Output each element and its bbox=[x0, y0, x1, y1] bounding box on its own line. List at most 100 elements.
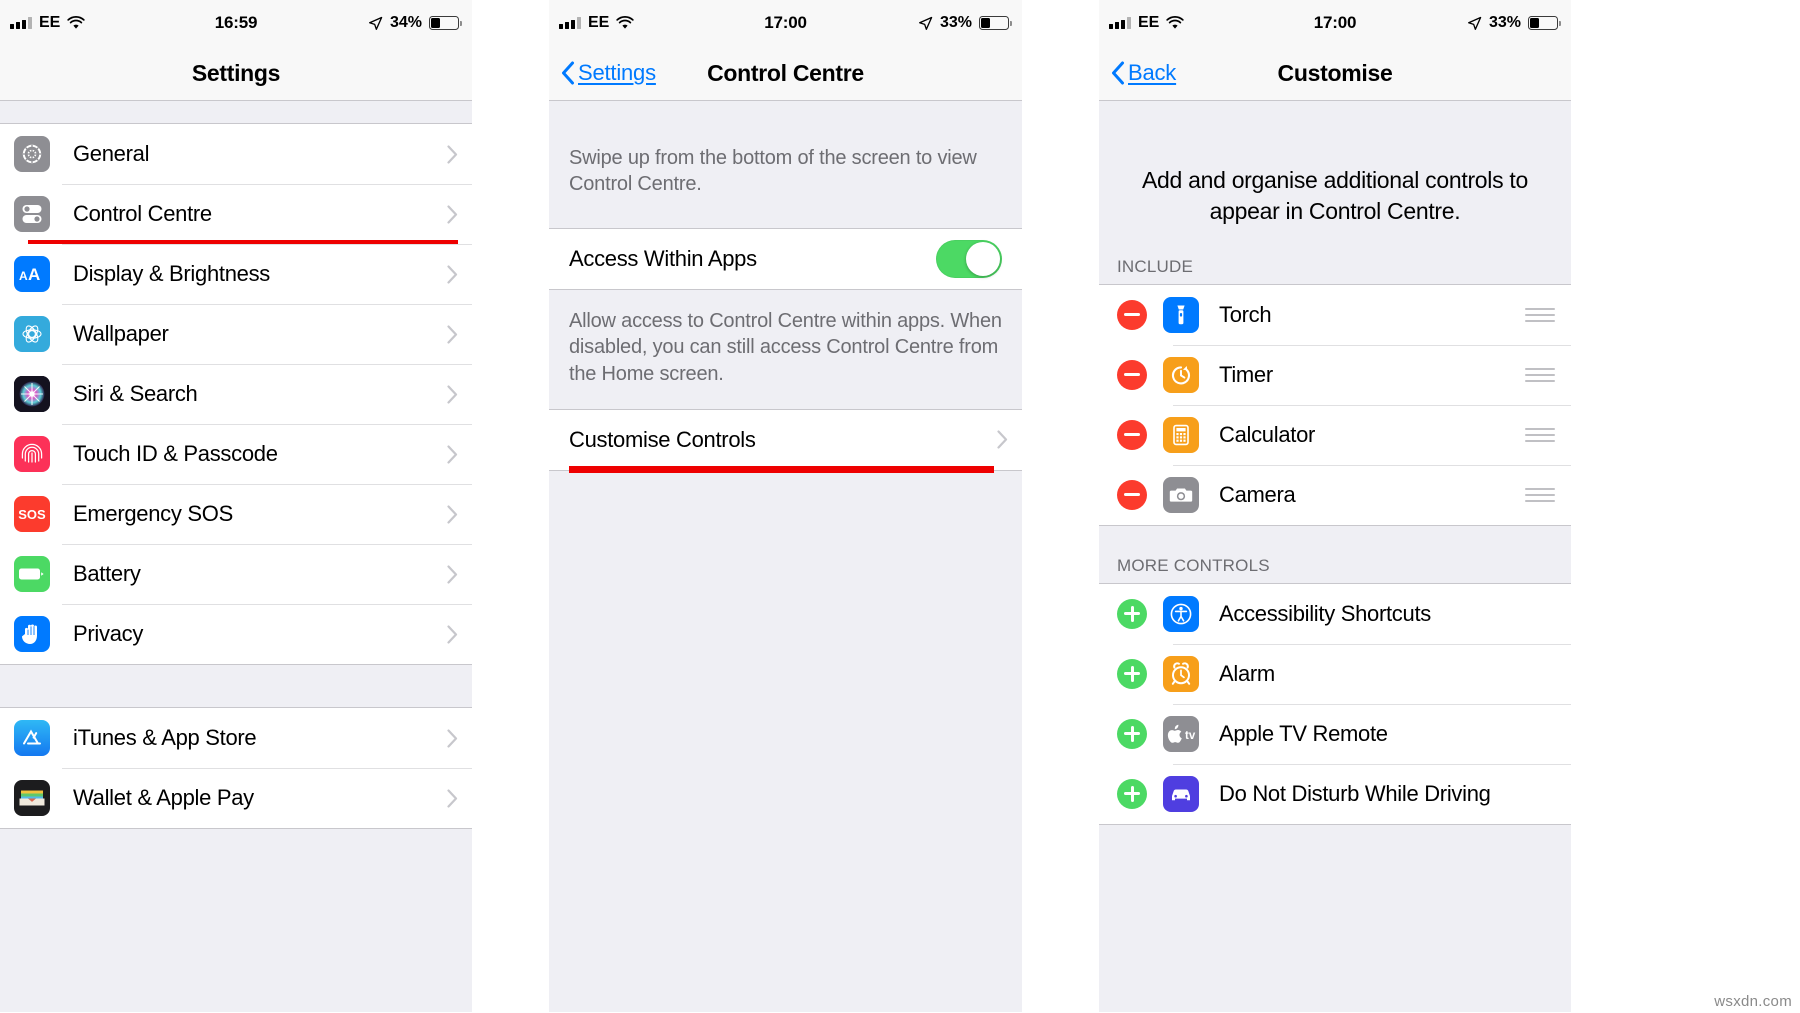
chevron-right-icon bbox=[447, 324, 458, 344]
back-button-label: Back bbox=[1128, 60, 1177, 85]
list-item[interactable]: Do Not Disturb While Driving bbox=[1099, 763, 1571, 824]
accessibility-icon bbox=[1163, 595, 1199, 632]
access-within-apps-row[interactable]: Access Within Apps bbox=[549, 228, 1022, 289]
apple-tv-icon: tv bbox=[1163, 715, 1199, 752]
sidebar-item-display-brightness[interactable]: A A Display & Brightness bbox=[0, 244, 472, 304]
list-bottom-gap bbox=[549, 470, 1022, 891]
reorder-handle-icon[interactable] bbox=[1525, 367, 1555, 382]
list-top-gap bbox=[0, 101, 472, 123]
sidebar-item-label: Touch ID & Passcode bbox=[73, 441, 278, 466]
list-item-label: Torch bbox=[1219, 301, 1272, 327]
app-store-icon bbox=[14, 720, 50, 756]
access-within-apps-toggle[interactable] bbox=[936, 239, 1002, 278]
svg-text:A: A bbox=[28, 265, 40, 284]
add-control-button[interactable] bbox=[1117, 718, 1147, 749]
battery-icon bbox=[429, 16, 462, 30]
sidebar-item-label: Privacy bbox=[73, 621, 144, 646]
back-button[interactable]: Settings bbox=[561, 60, 656, 86]
list-item-label: Apple TV Remote bbox=[1219, 720, 1388, 746]
chevron-right-icon bbox=[447, 788, 458, 808]
list-item[interactable]: Alarm bbox=[1099, 643, 1571, 704]
add-control-button[interactable] bbox=[1117, 658, 1147, 689]
siri-icon bbox=[14, 376, 50, 412]
status-right: 34% bbox=[368, 14, 462, 32]
dnd-driving-icon bbox=[1163, 775, 1199, 812]
status-right: 33% bbox=[918, 14, 1012, 32]
sidebar-item-itunes-app-store[interactable]: iTunes & App Store bbox=[0, 708, 472, 768]
chevron-right-icon bbox=[447, 384, 458, 404]
wallet-icon bbox=[14, 780, 50, 816]
sidebar-item-siri-search[interactable]: Siri & Search bbox=[0, 364, 472, 424]
control-centre-list[interactable]: Swipe up from the bottom of the screen t… bbox=[549, 101, 1022, 1012]
sidebar-item-privacy[interactable]: Privacy bbox=[0, 604, 472, 664]
sidebar-item-emergency-sos[interactable]: SOS Emergency SOS bbox=[0, 484, 472, 544]
sidebar-item-label: Wallpaper bbox=[73, 321, 169, 346]
location-arrow-icon bbox=[369, 16, 383, 30]
add-control-button[interactable] bbox=[1117, 778, 1147, 809]
include-group: Torch Timer Calculator Camera bbox=[1099, 283, 1571, 526]
sidebar-item-battery[interactable]: Battery bbox=[0, 544, 472, 604]
sidebar-item-general[interactable]: General bbox=[0, 124, 472, 184]
privacy-hand-icon bbox=[14, 616, 50, 652]
sidebar-item-touch-id-passcode[interactable]: Touch ID & Passcode bbox=[0, 424, 472, 484]
chevron-right-icon bbox=[447, 624, 458, 644]
calculator-icon bbox=[1163, 416, 1199, 453]
status-bar: EE 17:00 33% bbox=[1099, 0, 1571, 46]
sidebar-item-control-centre[interactable]: Control Centre bbox=[0, 184, 472, 247]
chevron-right-icon bbox=[447, 504, 458, 524]
list-bottom-gap bbox=[0, 829, 472, 889]
svg-text:A: A bbox=[19, 269, 28, 283]
customise-list[interactable]: Add and organise additional controls to … bbox=[1099, 101, 1571, 1012]
reorder-handle-icon[interactable] bbox=[1525, 427, 1555, 442]
back-button-label: Settings bbox=[578, 60, 656, 85]
reorder-handle-icon[interactable] bbox=[1525, 307, 1555, 322]
location-arrow-icon bbox=[1468, 16, 1482, 30]
remove-control-button[interactable] bbox=[1117, 299, 1147, 330]
customise-intro-note: Add and organise additional controls to … bbox=[1099, 101, 1571, 227]
battery-icon bbox=[14, 556, 50, 592]
customise-controls-row[interactable]: Customise Controls bbox=[549, 409, 1022, 473]
toggle-knob bbox=[966, 241, 1000, 276]
gear-icon bbox=[14, 136, 50, 172]
chevron-right-icon bbox=[447, 144, 458, 164]
list-item[interactable]: Accessibility Shortcuts bbox=[1099, 583, 1571, 644]
phone-panel-control-centre: EE 17:00 33% Settings Control Centre Swi… bbox=[549, 0, 1022, 1013]
more-controls-group: Accessibility Shortcuts Alarm tv Apple T… bbox=[1099, 582, 1571, 825]
chevron-right-icon bbox=[447, 728, 458, 748]
location-arrow-icon bbox=[919, 16, 933, 30]
remove-control-button[interactable] bbox=[1117, 359, 1147, 390]
list-item-label: Accessibility Shortcuts bbox=[1219, 600, 1431, 626]
remove-control-button[interactable] bbox=[1117, 479, 1147, 510]
sidebar-item-wallet-apple-pay[interactable]: Wallet & Apple Pay bbox=[0, 768, 472, 828]
control-centre-header-note: Swipe up from the bottom of the screen t… bbox=[549, 101, 1022, 228]
chevron-right-icon bbox=[447, 564, 458, 584]
reorder-handle-icon[interactable] bbox=[1525, 487, 1555, 502]
chevron-right-icon bbox=[997, 430, 1008, 450]
customise-controls-group: Customise Controls bbox=[549, 408, 1022, 473]
nav-bar: Back Customise bbox=[1099, 46, 1571, 101]
settings-list[interactable]: General Control Centre A A Display & Bri… bbox=[0, 101, 472, 1012]
chevron-left-icon bbox=[1112, 61, 1124, 85]
chevron-right-icon bbox=[447, 204, 458, 224]
list-item[interactable]: Calculator bbox=[1099, 404, 1571, 465]
list-item-label: Timer bbox=[1219, 361, 1273, 387]
add-control-button[interactable] bbox=[1117, 598, 1147, 629]
chevron-right-icon bbox=[447, 444, 458, 464]
list-item[interactable]: Camera bbox=[1099, 464, 1571, 525]
sidebar-item-label: Control Centre bbox=[73, 201, 212, 226]
access-within-apps-footer-note: Allow access to Control Centre within ap… bbox=[549, 289, 1022, 409]
display-brightness-icon: A A bbox=[14, 256, 50, 292]
back-button[interactable]: Back bbox=[1111, 60, 1176, 86]
list-item[interactable]: Torch bbox=[1099, 284, 1571, 345]
battery-percent-label: 33% bbox=[1488, 14, 1521, 31]
phone-panel-settings: EE 16:59 34% Settings General Control Ce… bbox=[0, 0, 472, 1013]
sidebar-item-label: iTunes & App Store bbox=[73, 725, 257, 750]
remove-control-button[interactable] bbox=[1117, 419, 1147, 450]
sidebar-item-wallpaper[interactable]: Wallpaper bbox=[0, 304, 472, 364]
torch-icon bbox=[1163, 296, 1199, 333]
list-item[interactable]: Timer bbox=[1099, 344, 1571, 405]
list-item-label: Do Not Disturb While Driving bbox=[1219, 780, 1491, 806]
sidebar-item-label: Wallet & Apple Pay bbox=[73, 785, 254, 810]
page-title: Settings bbox=[191, 59, 281, 86]
list-item[interactable]: tv Apple TV Remote bbox=[1099, 703, 1571, 764]
